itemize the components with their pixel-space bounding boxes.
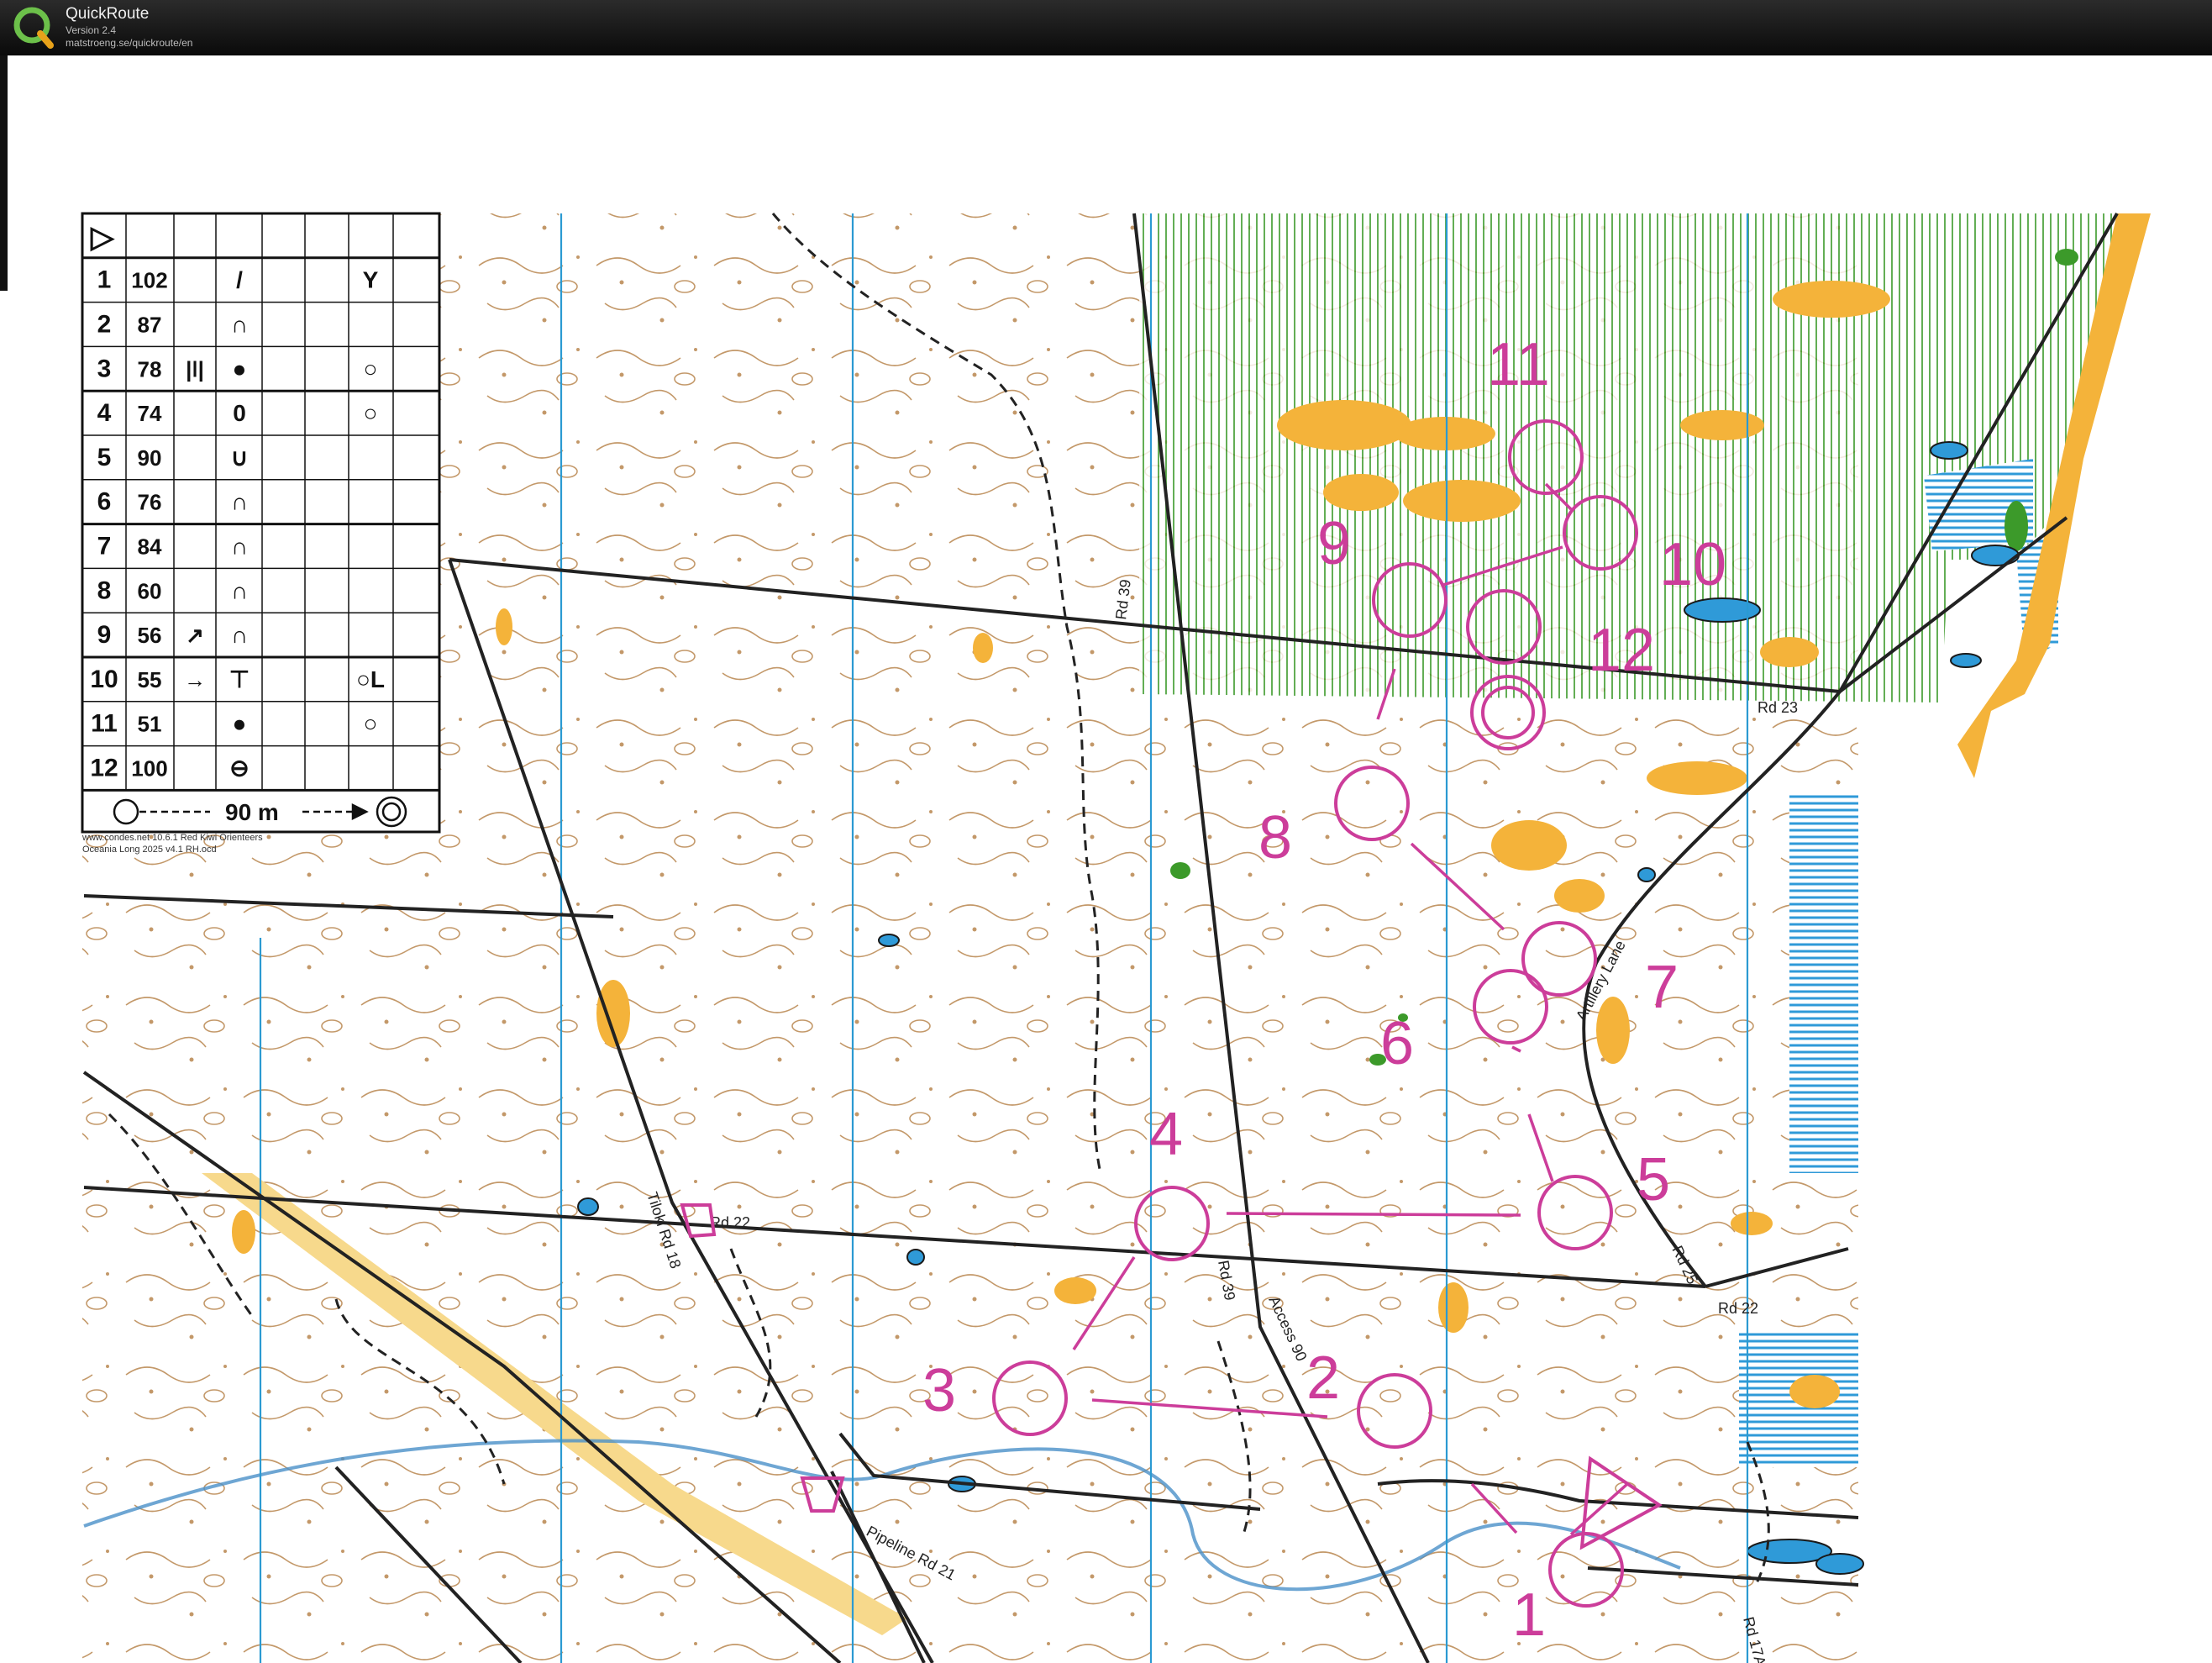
control-number-2: 2 xyxy=(1306,1345,1340,1412)
app-url[interactable]: matstroeng.se/quickroute/en xyxy=(66,37,192,49)
desc-control-number: 4 xyxy=(97,399,112,427)
control-number-3: 3 xyxy=(922,1357,956,1424)
finish-distance: 90 m xyxy=(225,799,279,825)
desc-control-code: 51 xyxy=(138,712,162,737)
desc-feature-symbol: / xyxy=(236,267,243,293)
road-label: Rd 23 xyxy=(1758,699,1798,716)
desc-control-number: 8 xyxy=(97,576,112,604)
quickroute-logo-icon xyxy=(13,7,54,49)
desc-control-number: 2 xyxy=(97,311,112,339)
desc-feature-symbol: ∪ xyxy=(231,445,249,471)
orienteering-map[interactable]: Rd 39 Rd 23 Rd 22 Rd 22 Rd 39 Rd 25 Tilo… xyxy=(0,55,2212,1663)
desc-feature-symbol: ● xyxy=(233,711,247,737)
desc-control-code: 84 xyxy=(138,534,162,560)
control-number-6: 6 xyxy=(1380,1010,1414,1077)
desc-control-code: 76 xyxy=(138,490,162,515)
desc-extra-symbol: ○ xyxy=(364,400,378,426)
control-number-1: 1 xyxy=(1512,1581,1546,1649)
desc-control-code: 87 xyxy=(138,313,162,338)
svg-text:www.condes.net 10.6.1 Red Kiwi: www.condes.net 10.6.1 Red Kiwi Orienteer… xyxy=(81,833,263,843)
desc-feature-symbol: ∩ xyxy=(231,489,248,515)
control-number-11: 11 xyxy=(1487,331,1550,398)
control-description-sheet: ▷ 1 102 / Y 2 87 ∩ 3 78 |ǀ| ● ○ 4 74 0 ○ 5 90 ∪ 6 76 ∩ 7 84 ∩ 8 60… xyxy=(81,212,441,834)
desc-control-number: 9 xyxy=(97,621,112,649)
desc-feature-symbol: ∩ xyxy=(231,312,248,338)
desc-control-code: 56 xyxy=(138,623,162,648)
desc-control-number: 7 xyxy=(97,533,112,560)
map-viewport[interactable]: Rd 39 Rd 23 Rd 22 Rd 22 Rd 39 Rd 25 Tilo… xyxy=(0,55,2212,1663)
desc-control-number: 10 xyxy=(90,666,118,693)
control-number-5: 5 xyxy=(1637,1146,1670,1213)
control-number-7: 7 xyxy=(1645,954,1679,1021)
desc-direction: |ǀ| xyxy=(186,356,204,382)
desc-feature-symbol: ⊖ xyxy=(229,755,249,782)
road-label: Rd 22 xyxy=(710,1214,750,1231)
desc-control-number: 3 xyxy=(97,355,112,382)
control-number-12: 12 xyxy=(1588,617,1655,684)
start-symbol: ▷ xyxy=(90,219,115,254)
desc-control-code: 60 xyxy=(138,578,162,603)
desc-direction: ↗ xyxy=(186,623,204,648)
desc-direction: → xyxy=(184,667,206,692)
desc-control-number: 6 xyxy=(97,488,112,516)
desc-extra-symbol: ○ xyxy=(364,711,378,737)
desc-control-code: 90 xyxy=(138,445,162,471)
svg-text:Oceania Long 2025 v4.1 RH.ocd: Oceania Long 2025 v4.1 RH.ocd xyxy=(82,845,217,855)
desc-extra-symbol: Y xyxy=(363,267,379,293)
desc-feature-symbol: 0 xyxy=(233,400,246,426)
app-version: Version 2.4 xyxy=(66,24,117,36)
desc-control-number: 12 xyxy=(90,755,118,782)
desc-control-code: 74 xyxy=(138,401,162,426)
desc-extra-symbol: ○ xyxy=(364,355,378,382)
desc-feature-symbol: ● xyxy=(233,355,247,382)
desc-control-code: 78 xyxy=(138,356,162,382)
title-bar: QuickRoute Version 2.4 matstroeng.se/qui… xyxy=(0,0,2212,55)
app-title: QuickRoute xyxy=(66,5,150,23)
desc-control-number: 11 xyxy=(91,710,118,738)
desc-control-code: 102 xyxy=(131,268,167,293)
desc-feature-symbol: ∩ xyxy=(231,534,248,560)
control-number-8: 8 xyxy=(1258,804,1292,871)
control-number-4: 4 xyxy=(1149,1101,1183,1168)
desc-extra-symbol: ○L xyxy=(356,666,385,692)
desc-control-number: 1 xyxy=(97,266,112,294)
control-number-9: 9 xyxy=(1317,510,1351,577)
desc-control-code: 55 xyxy=(138,667,162,692)
desc-feature-symbol: ∩ xyxy=(231,577,248,603)
desc-feature-symbol: ∩ xyxy=(231,622,248,648)
desc-control-number: 5 xyxy=(97,444,112,471)
road-label: Rd 22 xyxy=(1718,1300,1758,1317)
desc-feature-symbol: ⊤ xyxy=(229,666,250,692)
desc-control-code: 100 xyxy=(131,756,167,782)
control-number-10: 10 xyxy=(1659,531,1726,598)
